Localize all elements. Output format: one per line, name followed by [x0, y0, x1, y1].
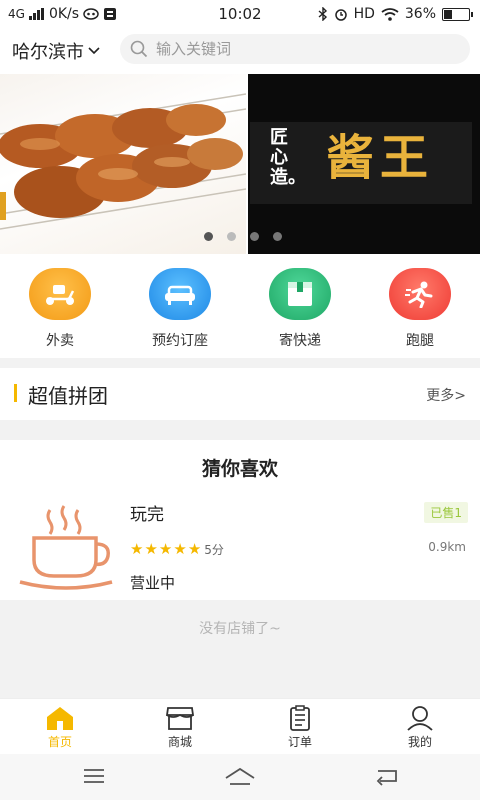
- alarm-icon: [334, 9, 347, 21]
- tab-label: 我的: [407, 735, 432, 749]
- category-takeout[interactable]: 外卖: [0, 254, 120, 358]
- store-card[interactable]: 玩完 已售1 ★ ★ ★ ★ ★ 5分 0.9km 营业中: [0, 490, 480, 600]
- battery-icon: [442, 7, 473, 21]
- star-icon: ★: [158, 540, 173, 558]
- carousel-dot[interactable]: [250, 232, 259, 241]
- wifi-icon: [381, 7, 399, 21]
- group-buy-more-link[interactable]: 更多>: [426, 385, 466, 405]
- search-icon: [130, 40, 148, 58]
- category-label: 跑腿: [406, 333, 434, 349]
- bottom-tab-bar: 首页 商城 订单 我的: [0, 698, 480, 754]
- store-name: 玩完: [130, 505, 164, 525]
- store-distance: 0.9km: [428, 540, 466, 554]
- tab-mall[interactable]: 商城: [120, 699, 240, 754]
- category-errand[interactable]: 跑腿: [360, 254, 480, 358]
- home-icon: [47, 707, 73, 730]
- banner-slide-skewers[interactable]: [0, 74, 247, 254]
- category-icon-bg: [269, 268, 331, 320]
- system-nav-bar: [0, 754, 480, 800]
- store-status: 营业中: [130, 574, 176, 592]
- tab-mine[interactable]: 我的: [360, 699, 480, 754]
- tab-home[interactable]: 首页: [0, 699, 120, 754]
- back-icon[interactable]: [374, 766, 400, 786]
- category-icon-bg: [389, 268, 451, 320]
- carousel-dot[interactable]: [204, 232, 213, 241]
- tab-label: 首页: [47, 735, 72, 749]
- menu-icon[interactable]: [82, 766, 106, 786]
- coffee-cup-icon: [19, 505, 113, 590]
- carousel-dots: [204, 232, 282, 241]
- city-selector[interactable]: 哈尔滨市: [12, 38, 100, 64]
- carousel-dot[interactable]: [273, 232, 282, 241]
- category-reservation[interactable]: 预约订座: [120, 254, 240, 358]
- search-header: 哈尔滨市: [0, 28, 480, 74]
- user-icon: [407, 706, 433, 731]
- shop-icon: [165, 707, 195, 730]
- carousel-dot[interactable]: [227, 232, 236, 241]
- category-label: 寄快递: [279, 333, 321, 349]
- section-accent-bar: [14, 384, 17, 402]
- status-bar: 4G 0K/s 10:02 HD 36%: [0, 0, 480, 28]
- store-rating: ★ ★ ★ ★ ★ 5分: [130, 540, 224, 558]
- grilled-skewers-image: [0, 93, 247, 230]
- battery-fill: [444, 9, 453, 19]
- status-right: HD 36%: [318, 6, 473, 22]
- category-label: 预约订座: [152, 333, 208, 349]
- category-icon-bg: [29, 268, 91, 320]
- tab-label: 商城: [167, 735, 192, 749]
- empty-list-text: 没有店铺了~: [199, 621, 281, 637]
- guess-title: 猜你喜欢: [201, 458, 278, 480]
- scooter-icon: [46, 285, 75, 305]
- battery-percent: 36%: [404, 6, 436, 22]
- banner-side-tag: [0, 192, 6, 220]
- star-icon: ★: [187, 540, 202, 558]
- runner-icon: [405, 281, 433, 308]
- star-icon: ★: [144, 540, 158, 558]
- category-label: 外卖: [46, 333, 74, 349]
- package-icon: [288, 282, 312, 306]
- banner-carousel[interactable]: 匠心造。 酱王: [0, 74, 480, 254]
- sofa-icon: [165, 285, 195, 305]
- city-label: 哈尔滨市: [12, 42, 84, 63]
- order-icon: [290, 705, 310, 731]
- hd-label: HD: [353, 6, 375, 22]
- tab-orders[interactable]: 订单: [240, 699, 360, 754]
- category-icon-bg: [149, 268, 211, 320]
- rating-score: 5分: [204, 542, 224, 557]
- banner-slide-brand[interactable]: 匠心造。 酱王: [248, 74, 480, 254]
- chevron-down-icon: [88, 47, 100, 55]
- star-icon: ★: [173, 540, 187, 558]
- home-nav-icon[interactable]: [224, 766, 256, 788]
- brand-slogan: 匠心造。: [270, 127, 306, 188]
- search-bar[interactable]: [120, 34, 470, 64]
- search-input[interactable]: [156, 40, 446, 58]
- tab-label: 订单: [287, 735, 312, 749]
- guess-you-like-section: 猜你喜欢 玩完 已售1 ★ ★ ★ ★ ★ 5分 0.9km 营业中: [0, 440, 480, 600]
- group-buy-section: 超值拼团 更多>: [0, 368, 480, 420]
- bluetooth-icon: [318, 7, 327, 21]
- category-express[interactable]: 寄快递: [240, 254, 360, 358]
- group-buy-title: 超值拼团: [28, 384, 108, 408]
- brand-title: 酱王: [326, 130, 435, 186]
- star-icon: ★: [130, 540, 144, 558]
- sold-badge: 已售1: [424, 502, 468, 523]
- category-grid: 外卖 预约订座 寄快递 跑腿: [0, 254, 480, 358]
